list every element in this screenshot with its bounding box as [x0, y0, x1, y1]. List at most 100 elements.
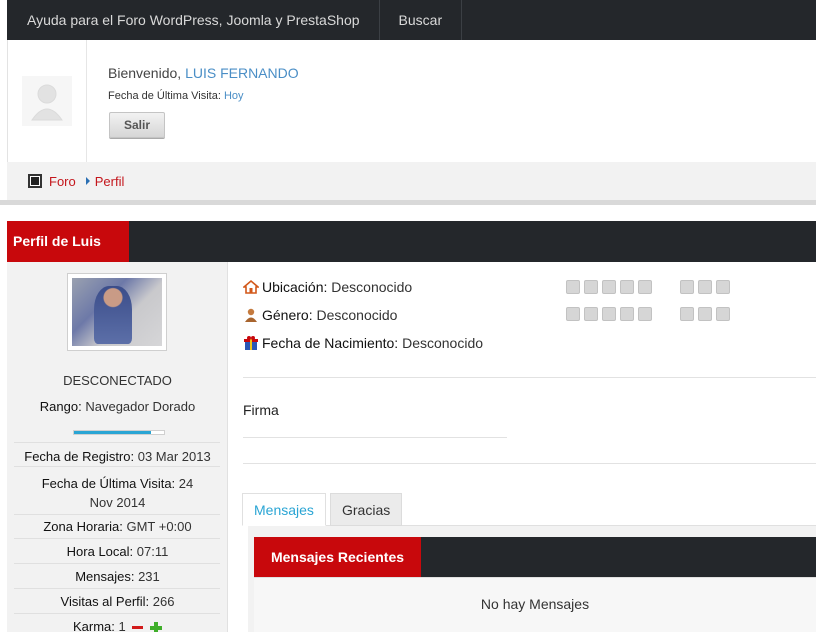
registered-value: 03 Mar 2013 [137, 449, 211, 464]
friendfeed-icon[interactable] [698, 280, 712, 294]
gender-icon [245, 308, 257, 322]
local-time: Hora Local: 07:11 [7, 544, 228, 559]
online-status: DESCONECTADO [63, 373, 172, 388]
rank: Rango: Navegador Dorado [7, 399, 228, 414]
registered-date: Fecha de Registro: 03 Mar 2013 [7, 449, 228, 464]
post-count: Mensajes: 231 [7, 569, 228, 584]
gift-icon [244, 336, 258, 350]
profile-last-visit: Fecha de Última Visita: 24 Nov 2014 [7, 474, 228, 512]
social-icons-row-1b [680, 280, 730, 294]
mail-icon[interactable] [566, 307, 580, 321]
welcome-label: Bienvenido, [108, 65, 182, 81]
divider [243, 377, 816, 378]
rank-progress-bar [73, 430, 165, 435]
karma-label: Karma: [72, 619, 115, 632]
profile-views: Visitas al Perfil: 266 [7, 594, 228, 609]
linkedin-icon[interactable] [620, 280, 634, 294]
myspace-icon[interactable] [602, 280, 616, 294]
avatar-container [8, 40, 87, 162]
location-label: Ubicación: [262, 279, 328, 295]
karma: Karma: 1 [7, 619, 228, 632]
twitter-icon[interactable] [566, 280, 580, 294]
views-value: 266 [152, 594, 175, 609]
home-icon [243, 279, 259, 294]
tab-posts[interactable]: Mensajes [242, 493, 326, 526]
location-value: Desconocido [331, 279, 413, 295]
social-icons-row-2 [566, 307, 652, 321]
recent-posts-title: Mensajes Recientes [254, 537, 421, 577]
profile-title-tab[interactable]: Perfil de Luis [7, 221, 129, 262]
posts-value: 231 [138, 569, 160, 584]
skype-icon[interactable] [602, 307, 616, 321]
social-icons-row-1 [566, 280, 652, 294]
social-icons-row-2b [680, 307, 730, 321]
divider [243, 437, 507, 438]
divider [14, 442, 220, 443]
registered-label: Fecha de Registro: [24, 449, 135, 464]
breadcrumb: Foro Perfil [7, 162, 816, 200]
birthdate-label: Fecha de Nacimiento: [262, 335, 399, 351]
facebook-icon[interactable] [584, 280, 598, 294]
yim-icon[interactable] [638, 307, 652, 321]
birthdate-value: Desconocido [402, 335, 484, 351]
karma-minus-icon[interactable] [132, 626, 144, 630]
views-label: Visitas al Perfil: [60, 594, 150, 609]
rank-value: Navegador Dorado [85, 399, 196, 414]
nav-item-search[interactable]: Buscar [380, 0, 463, 40]
gender-row: Género: Desconocido [243, 307, 397, 323]
home-icon [28, 174, 42, 188]
last-visit-label: Fecha de Última Visita: [108, 90, 221, 102]
rank-progress-fill [74, 431, 151, 434]
location-row: Ubicación: Desconocido [243, 279, 412, 295]
icq-icon[interactable] [620, 307, 634, 321]
local-time-label: Hora Local: [66, 544, 134, 559]
profile-sidebar: DESCONECTADO Rango: Navegador Dorado Fec… [7, 262, 228, 632]
recent-posts-panel: Mensajes Recientes No hay Mensajes [248, 526, 816, 632]
divider [14, 563, 220, 564]
divider [14, 466, 220, 467]
karma-value: 1 [118, 619, 126, 632]
flickr-icon[interactable] [698, 307, 712, 321]
last-visit: Fecha de Última Visita: Hoy [108, 90, 244, 102]
welcome-text: Bienvenido, LUIS FERNANDO [108, 65, 299, 81]
blog-icon[interactable] [716, 307, 730, 321]
divider [14, 613, 220, 614]
local-time-value: 07:11 [136, 544, 169, 559]
nav-item-forum-help[interactable]: Ayuda para el Foro WordPress, Joomla y P… [7, 0, 380, 40]
blogger-icon[interactable] [638, 280, 652, 294]
bebo-icon[interactable] [680, 307, 694, 321]
user-placeholder-icon [22, 76, 72, 126]
chevron-right-icon [85, 177, 90, 185]
timezone-label: Zona Horaria: [43, 519, 123, 534]
divider [14, 538, 220, 539]
profile-tabs: Mensajes Gracias [242, 493, 816, 526]
posts-label: Mensajes: [75, 569, 135, 584]
recent-posts-header: Mensajes Recientes [254, 537, 816, 577]
karma-plus-icon[interactable] [150, 621, 162, 632]
user-panel: Bienvenido, LUIS FERNANDO Fecha de Últim… [7, 40, 816, 162]
breadcrumb-forum[interactable]: Foro [49, 174, 76, 189]
profile-avatar [67, 273, 167, 351]
delicious-icon[interactable] [680, 280, 694, 294]
divider [14, 588, 220, 589]
divider [243, 463, 816, 464]
birthdate-row: Fecha de Nacimiento: Desconocido [243, 335, 483, 351]
breadcrumb-profile[interactable]: Perfil [95, 174, 125, 189]
profile-last-visit-label: Fecha de Última Visita: [41, 476, 176, 491]
timezone-value: GMT +0:00 [126, 519, 192, 534]
username-link[interactable]: LUIS FERNANDO [185, 65, 299, 81]
top-navigation: Ayuda para el Foro WordPress, Joomla y P… [7, 0, 816, 40]
gender-label: Género: [262, 307, 313, 323]
aim-icon[interactable] [584, 307, 598, 321]
logout-button[interactable]: Salir [109, 112, 165, 138]
rank-label: Rango: [39, 399, 82, 414]
tab-thanks[interactable]: Gracias [330, 493, 402, 526]
signature-label: Firma [243, 402, 279, 418]
profile-header: Perfil de Luis [7, 221, 816, 262]
divider [14, 514, 220, 515]
avatar-image [72, 278, 162, 346]
last-visit-value: Hoy [223, 90, 244, 102]
divider [0, 200, 816, 205]
digg-icon[interactable] [716, 280, 730, 294]
gender-value: Desconocido [316, 307, 398, 323]
